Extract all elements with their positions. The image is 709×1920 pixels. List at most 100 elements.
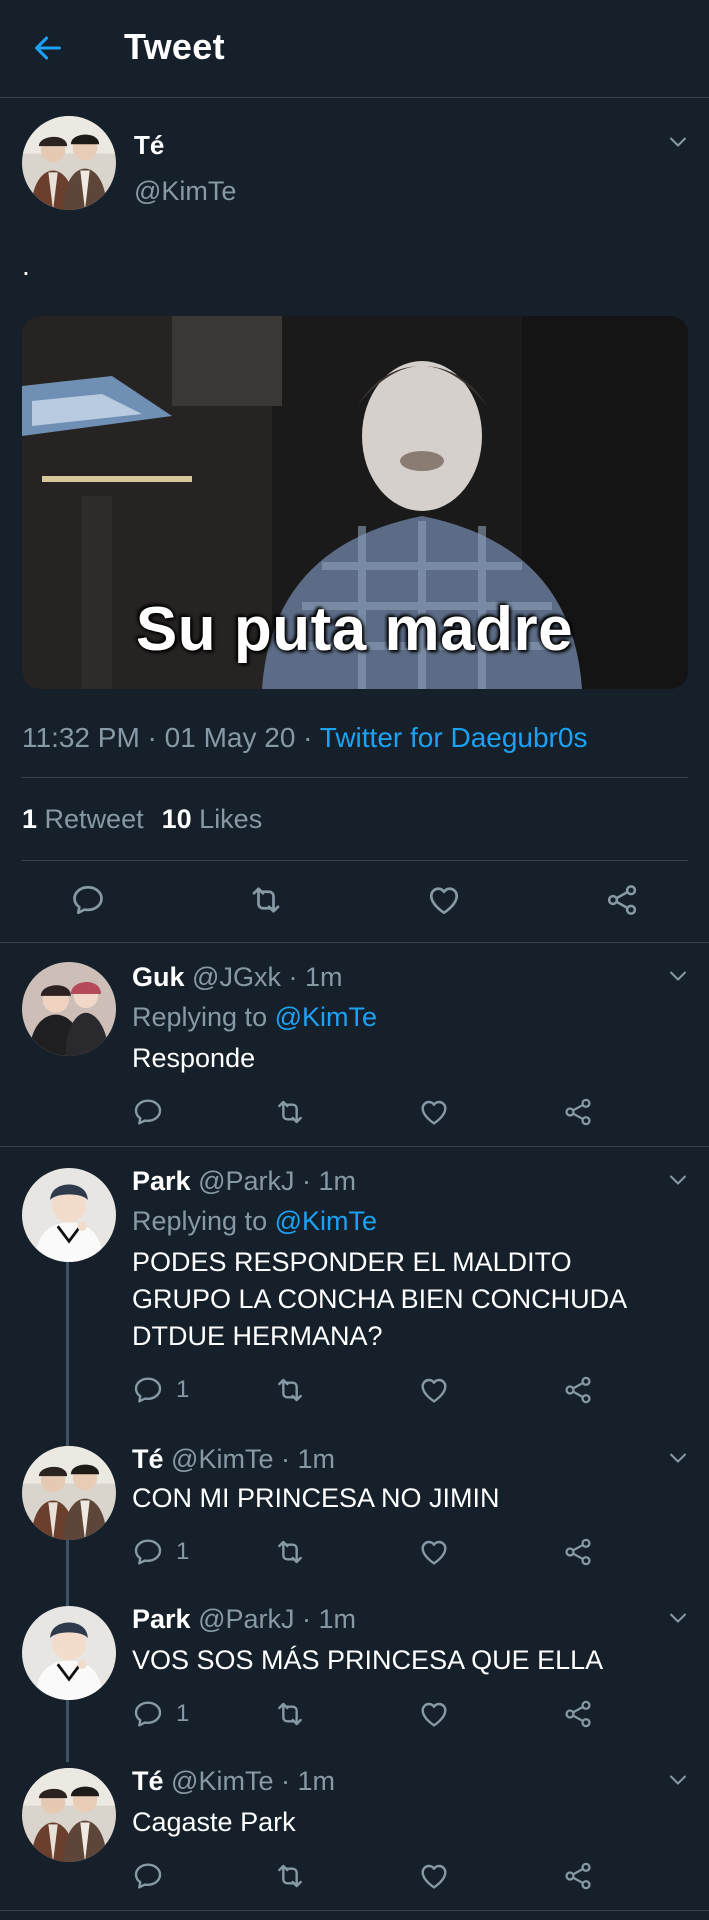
divider	[0, 1146, 709, 1147]
reply-button[interactable]	[132, 1860, 176, 1892]
share-button[interactable]	[562, 1374, 594, 1406]
retweet-button[interactable]	[274, 1096, 306, 1128]
retweet-stat[interactable]: 1 Retweet	[22, 804, 144, 834]
engagement-stats: 1 Retweet 10 Likes	[22, 804, 262, 835]
reply-avatar[interactable]	[22, 1168, 116, 1262]
reply-handle[interactable]: @ParkJ	[198, 1604, 294, 1634]
like-icon	[418, 1536, 450, 1568]
chevron-down-icon[interactable]	[666, 130, 690, 154]
author-avatar[interactable]	[22, 116, 116, 210]
retweet-icon	[274, 1698, 306, 1730]
reply-name[interactable]: Té	[132, 1766, 164, 1796]
reply-icon	[70, 882, 106, 918]
likes-stat[interactable]: 10 Likes	[162, 804, 263, 834]
reply-name[interactable]: Park	[132, 1604, 191, 1634]
like-icon	[426, 882, 462, 918]
share-button[interactable]	[604, 882, 640, 918]
share-button[interactable]	[562, 1096, 594, 1128]
chevron-down-icon[interactable]	[666, 1768, 690, 1792]
replying-to: Replying to @KimTe	[132, 1206, 378, 1236]
back-button[interactable]	[28, 28, 68, 68]
chevron-down-icon[interactable]	[666, 1606, 690, 1630]
page-title: Tweet	[124, 26, 225, 67]
divider	[0, 942, 709, 943]
like-button[interactable]	[426, 882, 462, 918]
reply-avatar[interactable]	[22, 1768, 116, 1862]
like-button[interactable]	[418, 1096, 450, 1128]
tweet-source-link[interactable]: Twitter for Daegubr0s	[320, 722, 588, 753]
retweet-icon	[274, 1374, 306, 1406]
share-icon	[562, 1374, 594, 1406]
reply-avatar[interactable]	[22, 1446, 116, 1540]
tweet-timestamp: 11:32 PM · 01 May 20 · Twitter for Daegu…	[22, 722, 587, 754]
author-handle[interactable]: @KimTe	[134, 176, 236, 207]
like-button[interactable]	[418, 1698, 450, 1730]
mention-link[interactable]: @KimTe	[275, 1206, 377, 1236]
reply-header: Park @ParkJ · 1m	[132, 1166, 357, 1196]
author-name[interactable]: Té	[134, 130, 164, 161]
retweet-button[interactable]	[248, 882, 284, 918]
reply-name[interactable]: Park	[132, 1166, 191, 1196]
reply-name[interactable]: Guk	[132, 962, 185, 992]
reply-header: Té @KimTe · 1m	[132, 1444, 335, 1474]
reply-icon	[132, 1536, 164, 1568]
share-button[interactable]	[562, 1698, 594, 1730]
reply-header: Park @ParkJ · 1m	[132, 1604, 357, 1634]
reply-avatar[interactable]	[22, 962, 116, 1056]
reply-text: Cagaste Park	[132, 1807, 296, 1837]
reply-button[interactable]: 1	[132, 1698, 189, 1730]
like-icon	[418, 1860, 450, 1892]
media-caption: Su puta madre	[135, 595, 574, 664]
like-button[interactable]	[418, 1374, 450, 1406]
reply-icon	[132, 1860, 164, 1892]
chevron-down-icon[interactable]	[666, 964, 690, 988]
reply-handle[interactable]: @KimTe	[171, 1444, 273, 1474]
retweet-button[interactable]	[274, 1536, 306, 1568]
divider	[22, 777, 688, 778]
reply-text: Responde	[132, 1043, 256, 1073]
reply-header: Guk @JGxk · 1m	[132, 962, 343, 992]
reply-text: CON MI PRINCESA NO JIMIN	[132, 1483, 500, 1513]
share-button[interactable]	[562, 1536, 594, 1568]
reply-handle[interactable]: @KimTe	[171, 1766, 273, 1796]
reply-button[interactable]: 1	[132, 1374, 189, 1406]
tweet-text: .	[22, 250, 30, 281]
reply-header: Té @KimTe · 1m	[132, 1766, 335, 1796]
share-icon	[604, 882, 640, 918]
retweet-button[interactable]	[274, 1698, 306, 1730]
reply-button[interactable]	[132, 1096, 176, 1128]
share-icon	[562, 1096, 594, 1128]
retweet-icon	[248, 882, 284, 918]
share-button[interactable]	[562, 1860, 594, 1892]
reply-icon	[132, 1374, 164, 1406]
retweet-button[interactable]	[274, 1860, 306, 1892]
chevron-down-icon[interactable]	[666, 1446, 690, 1470]
retweet-icon	[274, 1860, 306, 1892]
like-icon	[418, 1698, 450, 1730]
reply-icon	[132, 1698, 164, 1730]
mention-link[interactable]: @KimTe	[275, 1002, 377, 1032]
divider	[0, 1910, 709, 1911]
like-icon	[418, 1374, 450, 1406]
reply-icon	[132, 1096, 164, 1128]
like-icon	[418, 1096, 450, 1128]
chevron-down-icon[interactable]	[666, 1168, 690, 1192]
retweet-icon	[274, 1096, 306, 1128]
reply-name[interactable]: Té	[132, 1444, 164, 1474]
tweet-time: 11:32 PM · 01 May 20 ·	[22, 722, 320, 753]
replying-to: Replying to @KimTe	[132, 1002, 378, 1032]
reply-handle[interactable]: @ParkJ	[198, 1166, 294, 1196]
retweet-button[interactable]	[274, 1374, 306, 1406]
like-button[interactable]	[418, 1536, 450, 1568]
reply-button[interactable]: 1	[132, 1536, 189, 1568]
reply-handle[interactable]: @JGxk	[192, 962, 281, 992]
reply-avatar[interactable]	[22, 1606, 116, 1700]
back-arrow-icon	[35, 36, 61, 60]
share-icon	[562, 1698, 594, 1730]
like-button[interactable]	[418, 1860, 450, 1892]
divider	[22, 860, 688, 861]
top-bar: Tweet	[0, 0, 709, 98]
reply-text: PODES RESPONDER EL MALDITO GRUPO LA CONC…	[132, 1247, 626, 1351]
reply-button[interactable]	[70, 882, 106, 918]
share-icon	[562, 1860, 594, 1892]
